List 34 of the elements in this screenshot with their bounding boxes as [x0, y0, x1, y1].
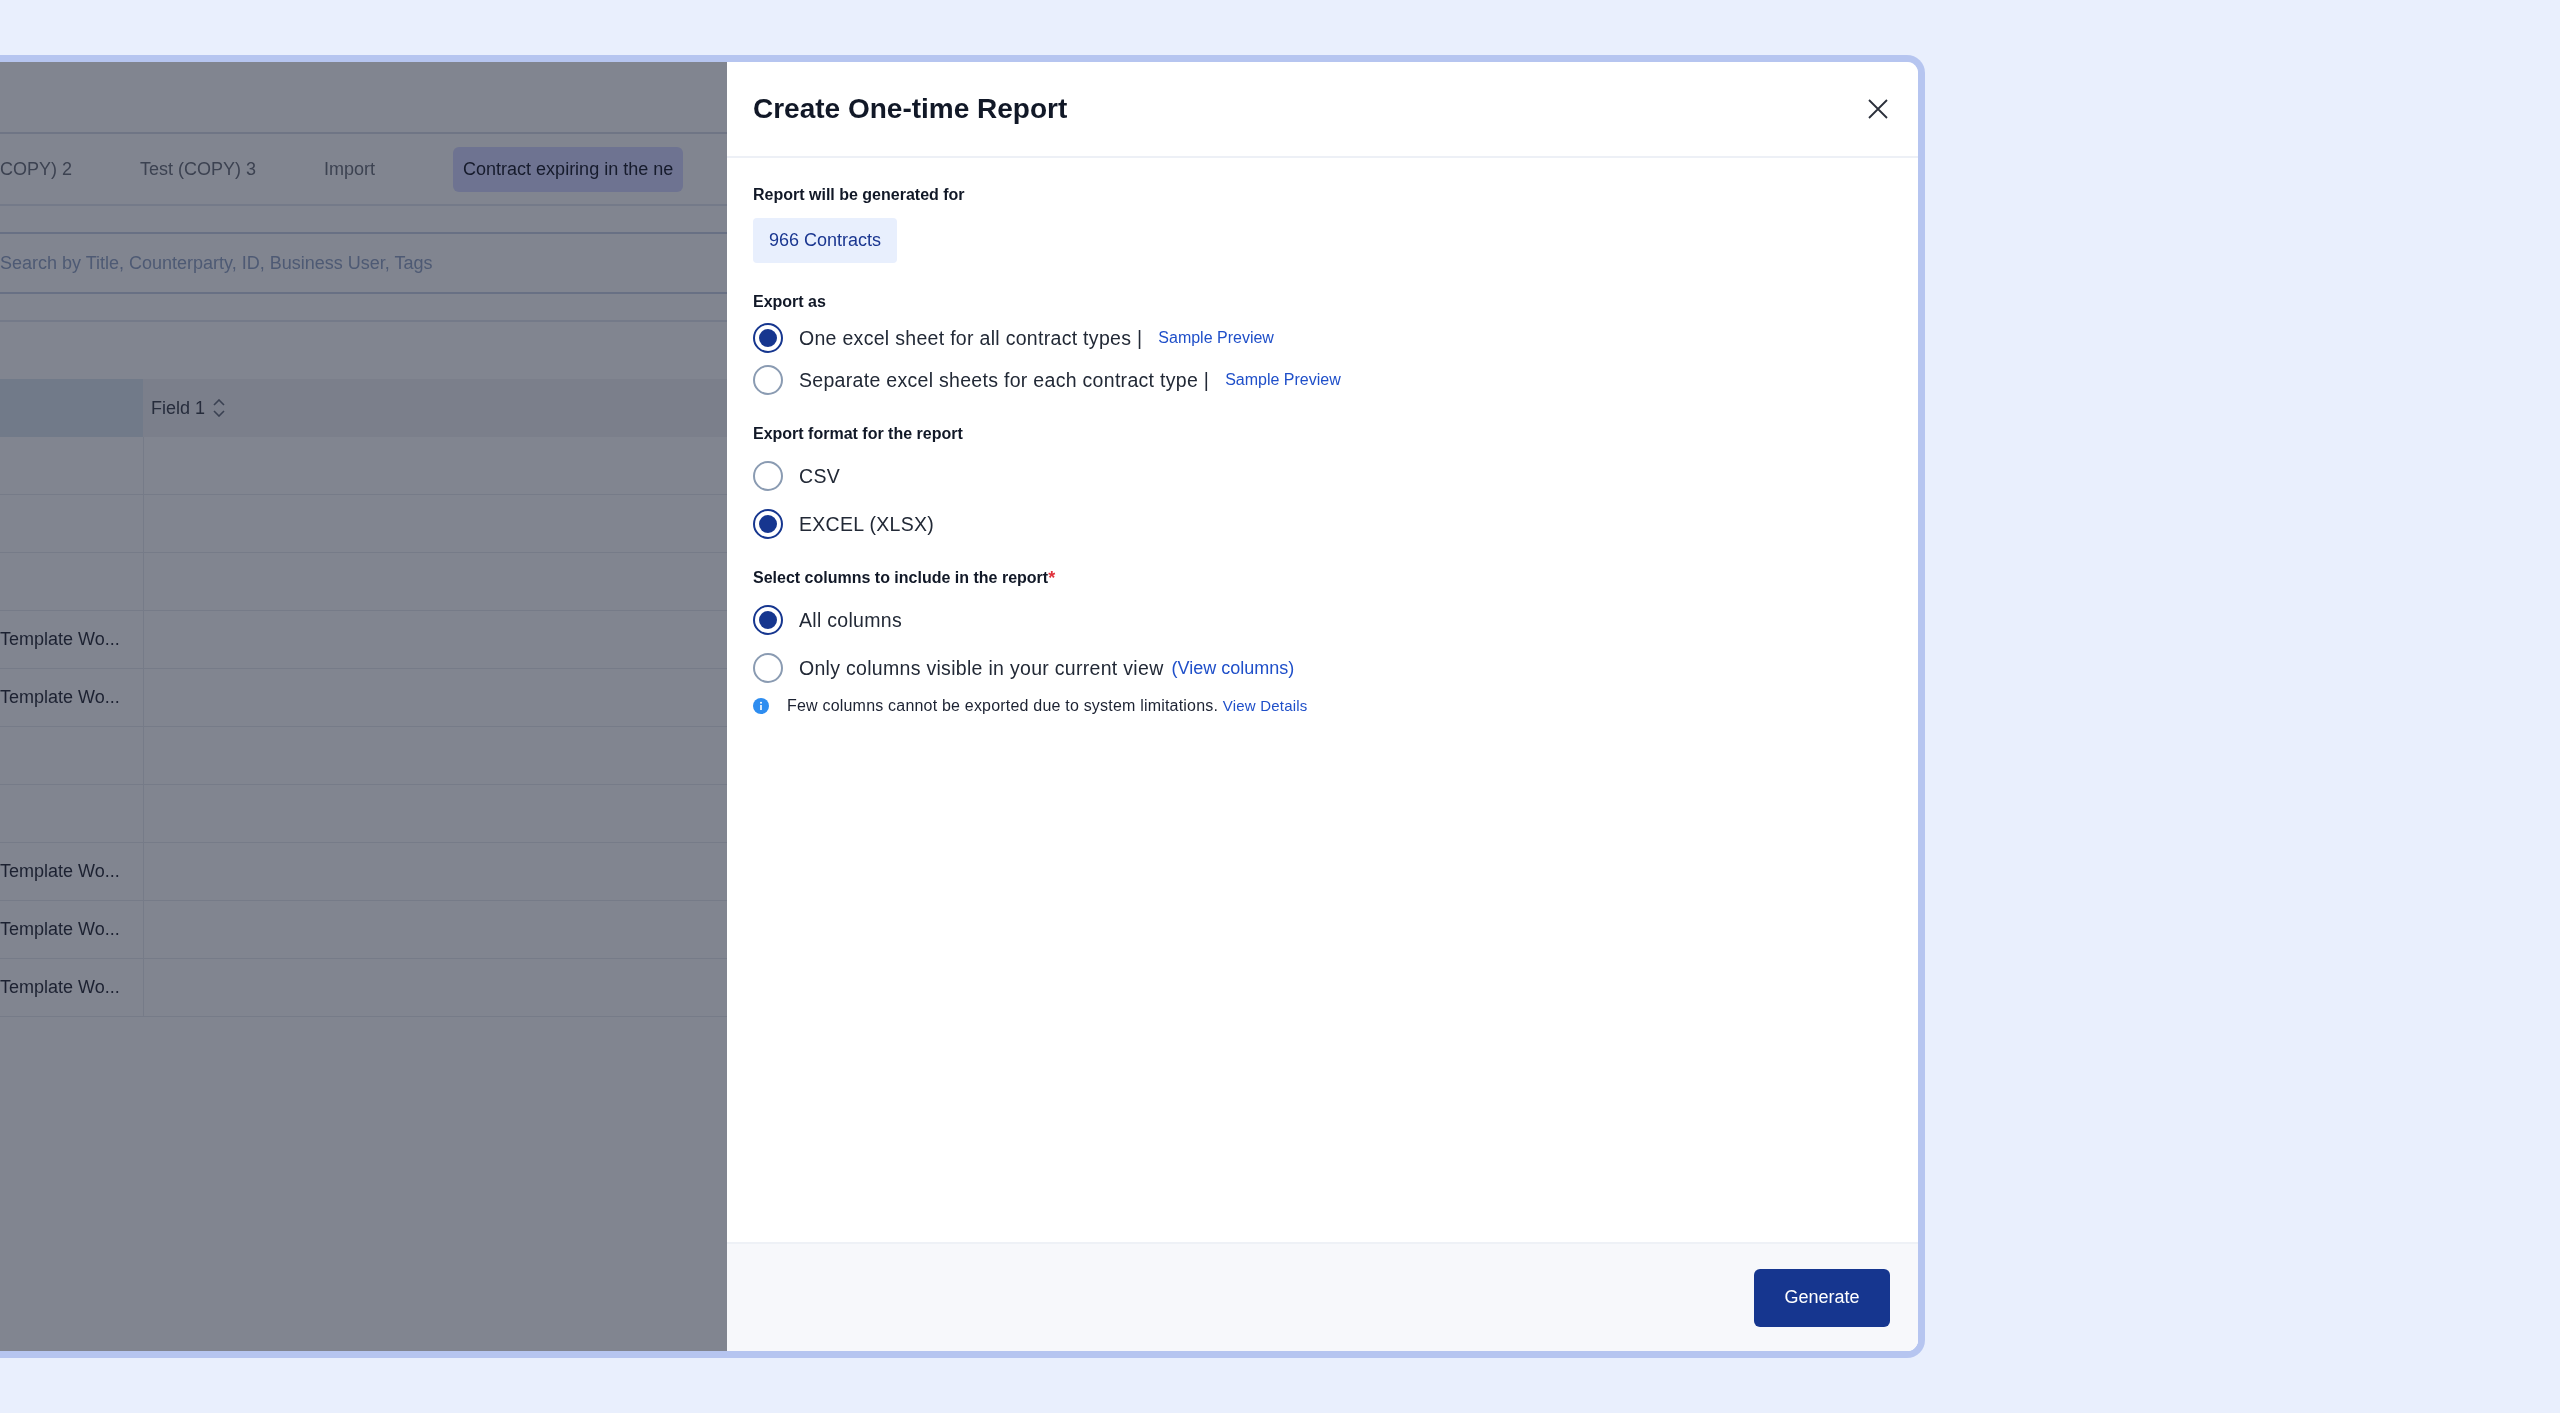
radio-button[interactable]	[753, 461, 783, 491]
option-label: Separate excel sheets for each contract type |	[799, 368, 1210, 392]
sort-icon	[213, 399, 226, 417]
link[interactable]: Sample Preview	[1225, 371, 1341, 389]
radio-button[interactable]	[753, 365, 783, 395]
table-cell: Template Wo...	[0, 861, 120, 882]
section-label: Report will be generated for	[753, 186, 965, 204]
link[interactable]: (View columns)	[1171, 657, 1295, 679]
required-mark: *	[1048, 569, 1056, 587]
option-label: EXCEL (XLSX)	[799, 512, 935, 536]
view-tab[interactable]: Contract expiring in the ne	[453, 146, 684, 192]
radio-button[interactable]	[753, 653, 783, 683]
table-cell: Template Wo...	[0, 919, 120, 940]
radio-button[interactable]	[753, 605, 783, 635]
radio-button[interactable]	[753, 509, 783, 539]
section-label: Export as	[753, 293, 826, 311]
link[interactable]: Sample Preview	[1158, 329, 1274, 347]
option-label: Only columns visible in your current view	[799, 656, 1164, 680]
radio-button[interactable]	[753, 323, 783, 353]
contracts-count-badge: 966 Contracts	[753, 218, 898, 263]
close-icon[interactable]	[1868, 99, 1888, 119]
generate-button[interactable]: Generate	[1754, 1268, 1890, 1327]
option-label: All columns	[799, 608, 902, 632]
section-label: Export format for the report	[753, 425, 963, 443]
option-label: CSV	[799, 464, 840, 488]
view-details-link[interactable]: View Details	[1222, 697, 1308, 714]
dialog-title: Create One-time Report	[753, 93, 1068, 125]
info-icon	[753, 698, 769, 714]
option-label: One excel sheet for all contract types |	[799, 326, 1143, 350]
table-cell: Template Wo...	[0, 687, 120, 708]
table-cell: Template Wo...	[0, 977, 120, 998]
section-label: Select columns to include in the report	[753, 569, 1049, 587]
table-cell: Template Wo...	[0, 629, 120, 650]
info-message: Few columns cannot be exported due to system limitations. View Details	[787, 697, 1308, 715]
